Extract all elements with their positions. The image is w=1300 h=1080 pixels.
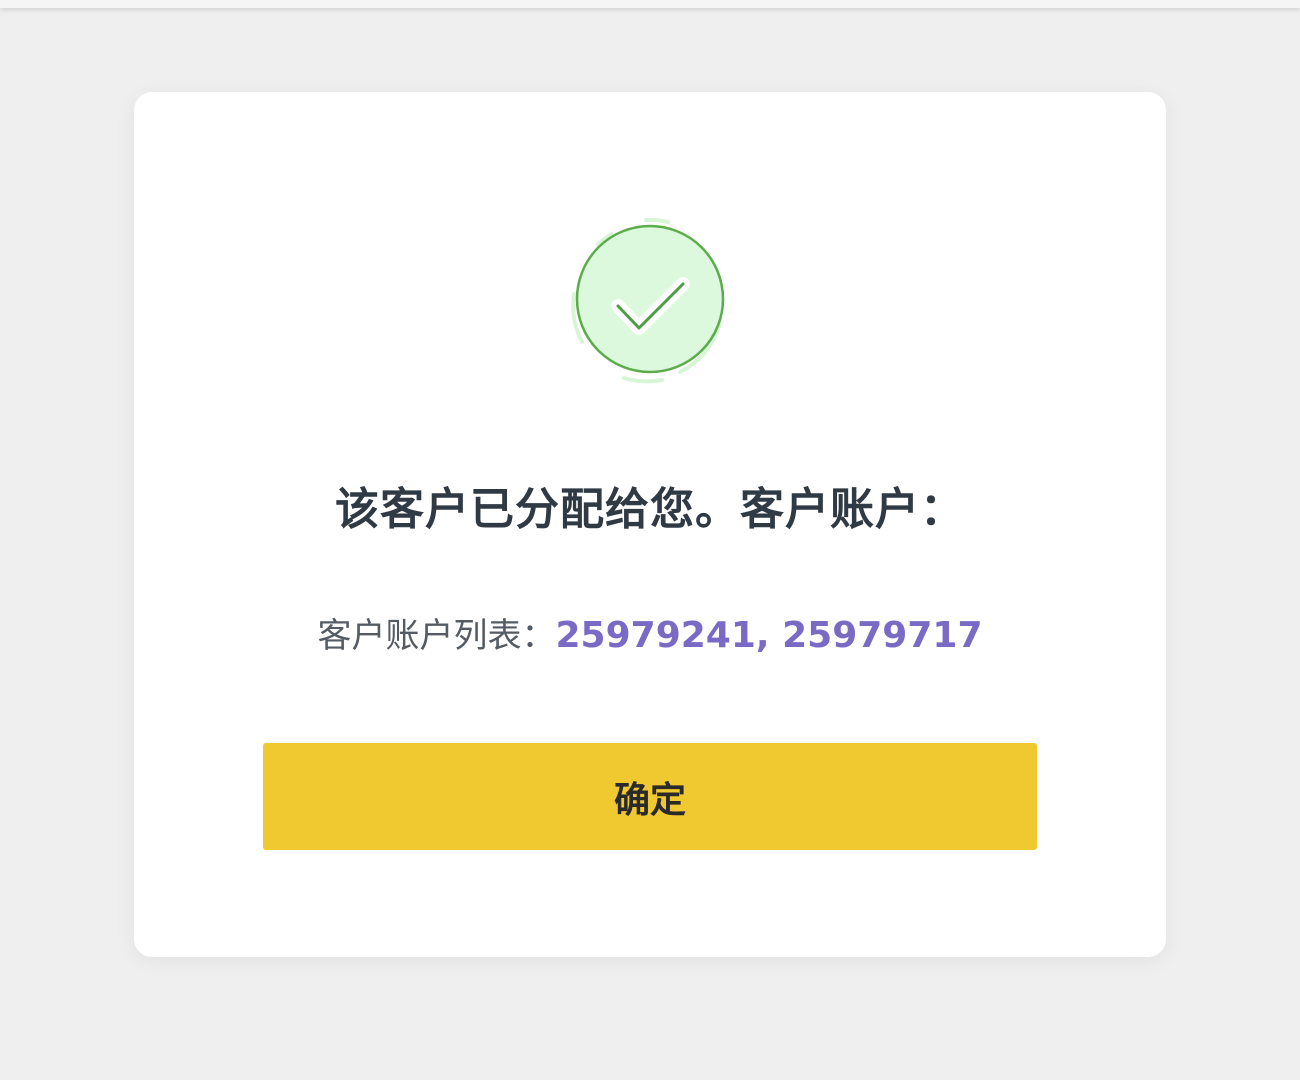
account-line: 客户账户列表：25979241, 25979717 (134, 614, 1166, 664)
success-dialog: 该客户已分配给您。客户账户： 客户账户列表：25979241, 25979717… (134, 92, 1166, 957)
account-list-label: 客户账户列表： (317, 616, 556, 656)
success-headline: 该客户已分配给您。客户账户： (335, 484, 965, 535)
check-circle-icon (550, 202, 750, 402)
account-list-values: 25979241, 25979717 (555, 615, 983, 656)
confirm-button[interactable]: 确定 (263, 743, 1037, 850)
top-shadow-bar (0, 0, 1300, 8)
